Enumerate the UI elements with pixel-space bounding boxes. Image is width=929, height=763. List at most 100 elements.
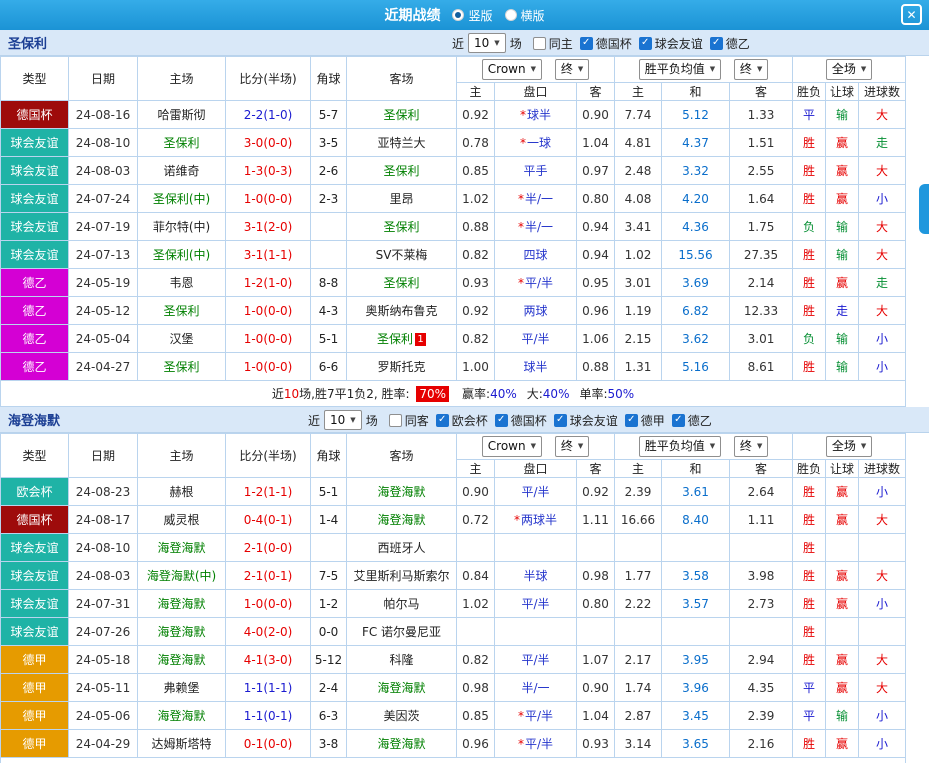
away-team-name[interactable]: 圣保利 (377, 332, 413, 346)
recent-count-select[interactable]: 10▼ (324, 410, 362, 430)
home-team-name[interactable]: 哈雷斯彻 (138, 101, 226, 129)
select-value: 终 (740, 439, 752, 453)
away-team-name[interactable]: 圣保利 (383, 276, 419, 290)
radio-selected-icon[interactable] (452, 9, 464, 21)
filter-checkbox[interactable]: ✓球会友谊 (554, 412, 618, 429)
away-team-name[interactable]: 亚特兰大 (377, 136, 425, 150)
home-team-name[interactable]: 圣保利(中) (138, 241, 226, 269)
home-team-name[interactable]: 海登海默 (138, 646, 226, 674)
checkbox-checked-icon[interactable]: ✓ (639, 37, 652, 50)
home-team-name[interactable]: 圣保利 (138, 353, 226, 381)
filter-checkbox[interactable]: 同客 (389, 412, 429, 429)
home-team-name[interactable]: 赫根 (138, 478, 226, 506)
result-win-draw-loss: 胜 (793, 506, 826, 534)
average-stage-select[interactable]: 终▼ (734, 59, 768, 79)
bookmaker-select[interactable]: Crown▼ (482, 436, 542, 456)
home-team-name[interactable]: 海登海默 (138, 534, 226, 562)
home-team-name[interactable]: 威灵根 (138, 506, 226, 534)
home-team-name[interactable]: 诺维奇 (138, 157, 226, 185)
handicap-home-odds: 0.88 (457, 213, 495, 241)
team-section-header: 海登海默 近 10▼ 场 同客✓欧会杯✓德国杯✓球会友谊✓德甲✓德乙 (0, 407, 929, 433)
home-team-name[interactable]: 圣保利 (138, 297, 226, 325)
handicap-text: 球半 (523, 360, 547, 374)
chevron-down-icon: ▼ (861, 65, 866, 73)
away-team-name[interactable]: 圣保利 (383, 164, 419, 178)
home-team-name[interactable]: 菲尔特(中) (138, 213, 226, 241)
home-team-name[interactable]: 达姆斯塔特 (138, 730, 226, 758)
close-button[interactable]: ✕ (901, 4, 922, 25)
scope-select[interactable]: 全场▼ (826, 59, 872, 79)
home-team-name[interactable]: 海登海默 (138, 590, 226, 618)
away-team-name[interactable]: 奥斯纳布鲁克 (365, 304, 437, 318)
checkbox-unchecked-icon[interactable] (389, 414, 402, 427)
checkbox-checked-icon[interactable]: ✓ (436, 414, 449, 427)
checkbox-unchecked-icon[interactable] (533, 37, 546, 50)
layout-radio-vertical[interactable]: 竖版 (452, 7, 492, 24)
home-team-name[interactable]: 汉堡 (138, 325, 226, 353)
away-team-name[interactable]: 海登海默 (377, 681, 425, 695)
home-team-name[interactable]: 弗赖堡 (138, 674, 226, 702)
away-team-name[interactable]: 里昂 (389, 192, 413, 206)
filter-checkbox[interactable]: ✓球会友谊 (639, 35, 703, 52)
recent-count-select[interactable]: 10▼ (468, 33, 506, 53)
bookmaker-select[interactable]: Crown▼ (482, 59, 542, 79)
side-panel-handle[interactable] (919, 184, 929, 234)
home-team-name[interactable]: 圣保利 (138, 129, 226, 157)
checkbox-checked-icon[interactable]: ✓ (625, 414, 638, 427)
score-text: 1-0(0-0) (244, 192, 293, 206)
away-team-name[interactable]: 圣保利 (383, 220, 419, 234)
average-stage-select[interactable]: 终▼ (734, 436, 768, 456)
near-label: 近 (452, 35, 464, 52)
checkbox-checked-icon[interactable]: ✓ (495, 414, 508, 427)
away-team-name[interactable]: FC 诺尔曼尼亚 (362, 625, 441, 639)
away-team-name[interactable]: 海登海默 (377, 737, 425, 751)
filter-checkbox[interactable]: ✓德乙 (710, 35, 750, 52)
avg-draw-odds: 6.82 (662, 297, 730, 325)
checkbox-checked-icon[interactable]: ✓ (554, 414, 567, 427)
home-team-name[interactable]: 海登海默(中) (138, 562, 226, 590)
corner-count: 3-8 (311, 730, 347, 758)
star-marker-icon: * (518, 737, 524, 751)
filter-checkbox[interactable]: ✓德甲 (625, 412, 665, 429)
average-odds-select[interactable]: 胜平负均值▼ (639, 59, 721, 79)
home-team-name[interactable]: 圣保利(中) (138, 185, 226, 213)
away-team-name[interactable]: 西班牙人 (377, 541, 425, 555)
away-team-name[interactable]: 圣保利 (383, 108, 419, 122)
checkbox-checked-icon[interactable]: ✓ (580, 37, 593, 50)
away-team-name[interactable]: 科隆 (389, 653, 413, 667)
away-team-name[interactable]: 帕尔马 (383, 597, 419, 611)
filter-checkbox[interactable]: ✓德乙 (672, 412, 712, 429)
average-odds-select[interactable]: 胜平负均值▼ (639, 436, 721, 456)
scope-select[interactable]: 全场▼ (826, 436, 872, 456)
match-type-badge: 球会友谊 (1, 157, 69, 185)
layout-radio-horizontal[interactable]: 横版 (505, 7, 545, 24)
result-over-under: 大 (859, 101, 906, 129)
checkbox-checked-icon[interactable]: ✓ (710, 37, 723, 50)
match-type-badge: 球会友谊 (1, 618, 69, 646)
home-team-name[interactable]: 海登海默 (138, 702, 226, 730)
result-handicap: 输 (826, 101, 859, 129)
filter-checkbox[interactable]: ✓德国杯 (580, 35, 632, 52)
match-score: 1-3(0-3) (226, 157, 311, 185)
checkbox-label: 德乙 (688, 412, 712, 429)
result-handicap: 赢 (826, 269, 859, 297)
match-row: 球会友谊 24-08-03 诺维奇 1-3(0-3) 2-6 圣保利 0.85 … (1, 157, 906, 185)
home-team-name[interactable]: 韦恩 (138, 269, 226, 297)
checkbox-checked-icon[interactable]: ✓ (672, 414, 685, 427)
filter-checkbox[interactable]: ✓德国杯 (495, 412, 547, 429)
match-row: 德甲 24-05-06 海登海默 1-1(0-1) 6-3 美因茨 0.85 *… (1, 702, 906, 730)
away-team-name[interactable]: 海登海默 (377, 513, 425, 527)
away-team-name[interactable]: 艾里斯利马斯索尔 (353, 569, 449, 583)
filter-checkbox[interactable]: ✓欧会杯 (436, 412, 488, 429)
odds-stage-select[interactable]: 终▼ (555, 436, 589, 456)
away-team-name[interactable]: 海登海默 (377, 485, 425, 499)
away-team-name[interactable]: 美因茨 (383, 709, 419, 723)
away-team-name[interactable]: 罗斯托克 (377, 360, 425, 374)
result-over-under: 小 (859, 325, 906, 353)
filter-checkbox[interactable]: 同主 (533, 35, 573, 52)
avg-draw-odds: 8.40 (662, 506, 730, 534)
radio-unselected-icon[interactable] (505, 9, 517, 21)
odds-stage-select[interactable]: 终▼ (555, 59, 589, 79)
home-team-name[interactable]: 海登海默 (138, 618, 226, 646)
away-team-name[interactable]: SV不莱梅 (376, 248, 428, 262)
